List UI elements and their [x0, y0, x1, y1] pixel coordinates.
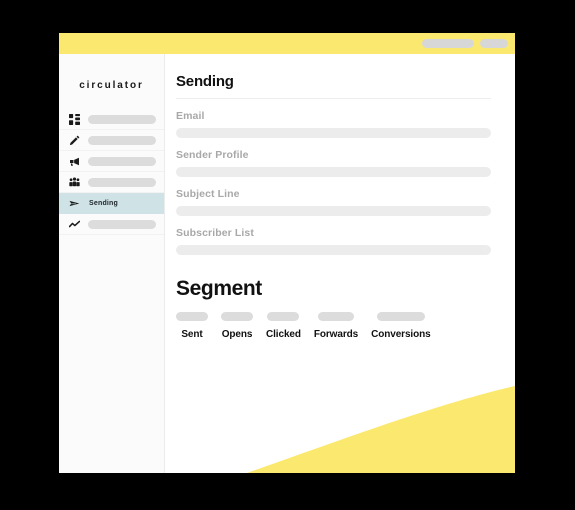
sidebar-item-dashboard[interactable] [59, 109, 164, 130]
stat-label: Forwards [313, 329, 359, 340]
stat-value-placeholder [176, 312, 208, 321]
sidebar-item-audience[interactable] [59, 172, 164, 193]
sender-profile-field[interactable] [176, 167, 491, 177]
field-subscriber-list: Subscriber List [176, 227, 491, 255]
sidebar-item-sending[interactable]: Sending [59, 193, 164, 214]
field-label: Email [176, 110, 205, 122]
sidebar-item-campaigns[interactable] [59, 151, 164, 172]
sidebar-item-compose[interactable] [59, 130, 164, 151]
field-sender-profile: Sender Profile [176, 149, 491, 177]
field-label: Subject Line [176, 188, 240, 200]
sidebar-item-placeholder [88, 177, 156, 187]
paper-plane-icon [68, 197, 81, 210]
stat-sent: Sent [176, 312, 208, 340]
field-email: Email [176, 110, 491, 138]
stat-label: Opens [221, 329, 253, 340]
field-label: Sender Profile [176, 149, 249, 161]
segment-title: Segment [176, 277, 262, 300]
subject-line-field[interactable] [176, 206, 491, 216]
stat-label: Sent [181, 329, 203, 340]
sidebar-item-placeholder [88, 156, 156, 166]
stat-value-placeholder [318, 312, 354, 321]
sidebar-item-placeholder [88, 135, 156, 145]
sidebar-item-label: Sending [89, 199, 119, 207]
stat-label: Conversions [371, 329, 431, 340]
megaphone-icon [68, 155, 81, 168]
stat-opens: Opens [221, 312, 253, 340]
decorative-wave [247, 386, 515, 473]
dashboard-grid-icon [68, 113, 81, 126]
sidebar-item-placeholder [88, 114, 156, 124]
app-window: circulator Sending Sending Email Sender … [59, 33, 515, 473]
window-control-wide[interactable] [422, 39, 474, 48]
title-divider [176, 98, 491, 99]
sidebar-nav: Sending [59, 109, 164, 235]
people-group-icon [68, 176, 81, 189]
stat-value-placeholder [267, 312, 300, 321]
brand-logo: circulator [79, 80, 144, 91]
sidebar-item-placeholder [88, 219, 156, 229]
pencil-edit-icon [68, 134, 81, 147]
stat-label: Clicked [266, 329, 301, 340]
segment-stats: Sent Opens Clicked Forwards Conversions [176, 312, 491, 340]
main-content: Sending Email Sender Profile Subject Lin… [165, 54, 515, 473]
stat-forwards: Forwards [314, 312, 358, 340]
title-bar [59, 33, 515, 54]
page-title: Sending [176, 73, 234, 90]
stat-value-placeholder [221, 312, 253, 321]
stat-clicked: Clicked [266, 312, 301, 340]
stat-conversions: Conversions [371, 312, 431, 340]
email-field[interactable] [176, 128, 491, 138]
stat-value-placeholder [377, 312, 425, 321]
window-control-small[interactable] [480, 39, 508, 48]
sidebar: circulator Sending [59, 54, 165, 473]
field-subject-line: Subject Line [176, 188, 491, 216]
field-label: Subscriber List [176, 227, 254, 239]
sidebar-item-analytics[interactable] [59, 214, 164, 235]
subscriber-list-field[interactable] [176, 245, 491, 255]
analytics-line-icon [68, 218, 81, 231]
